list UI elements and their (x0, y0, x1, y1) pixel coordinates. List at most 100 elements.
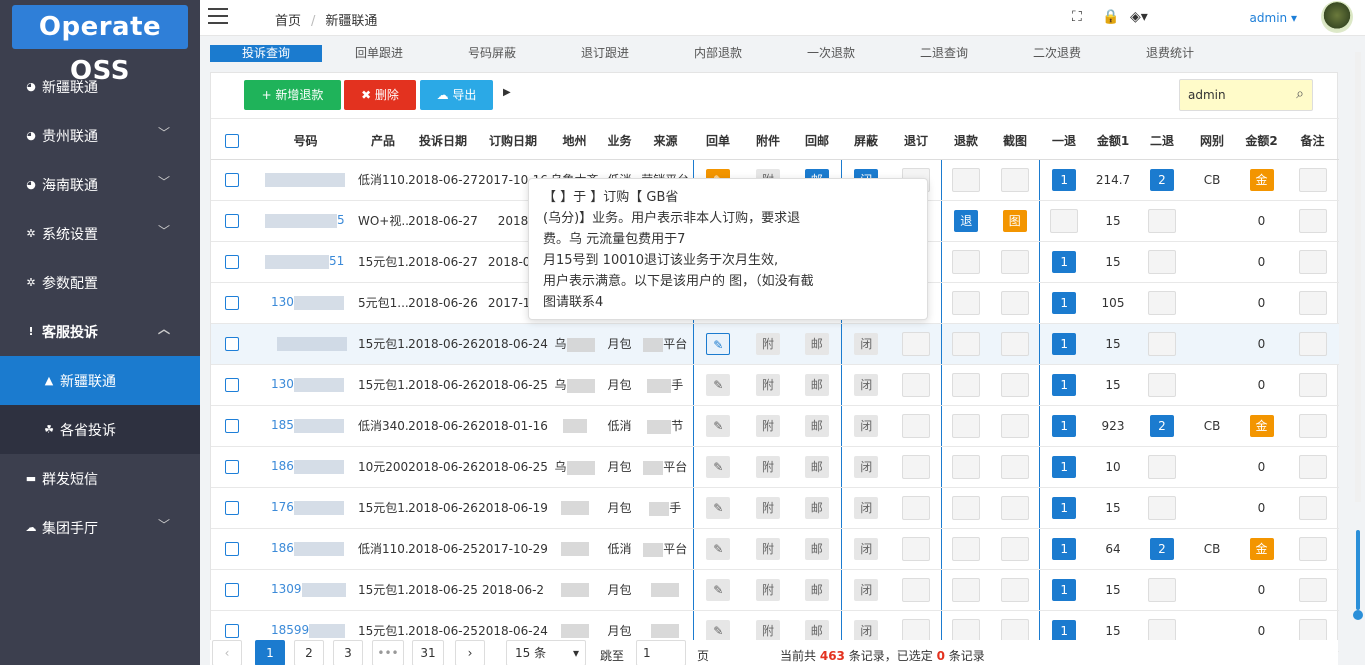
page-button[interactable]: 2 (294, 640, 324, 665)
remark-box[interactable] (1298, 372, 1327, 397)
user-menu[interactable]: admin ▾ (1250, 11, 1297, 25)
screenshot-box[interactable] (1000, 495, 1029, 520)
table-row[interactable]: 1309 15元包1... 2018-06-25 2018-06-2 月包 ✎ … (211, 569, 1339, 611)
fullscreen-icon[interactable]: ⛶ (1072, 9, 1082, 25)
edit-icon[interactable]: ✎ (706, 414, 731, 437)
table-row[interactable]: 176 15元包1... 2018-06-26 2018-06-19 月包 手 … (211, 487, 1339, 529)
refund-box[interactable] (952, 495, 981, 520)
search-input[interactable] (1180, 80, 1280, 110)
second-refund-box[interactable] (1148, 249, 1176, 274)
mail-button[interactable]: 邮 (804, 619, 829, 642)
second-refund-box[interactable] (1148, 495, 1176, 520)
unsubscribe-box[interactable] (901, 331, 930, 356)
breadcrumb-home[interactable]: 首页 (275, 14, 301, 29)
sidebar-item-sms[interactable]: ▬ 群发短信 (0, 454, 200, 503)
first-refund-badge[interactable]: 1 (1052, 455, 1077, 478)
amount2-badge[interactable]: 金 (1249, 168, 1274, 191)
block-button[interactable]: 闭 (854, 619, 879, 642)
tab-first-refund[interactable]: 一次退款 (775, 45, 887, 62)
row-checkbox[interactable] (225, 336, 239, 351)
sidebar-item-params[interactable]: ✲ 参数配置 (0, 258, 200, 307)
mail-button[interactable]: 邮 (804, 578, 829, 601)
menu-toggle-icon[interactable] (208, 8, 228, 24)
mail-button[interactable]: 邮 (804, 537, 829, 560)
sidebar-item-group[interactable]: ☁ 集团手厅 ﹀ (0, 503, 200, 552)
screenshot-box[interactable] (1000, 167, 1029, 192)
cell-phone[interactable]: 186 (271, 541, 294, 555)
sidebar-subitem-xinjiang[interactable]: ▲ 新疆联通 (0, 356, 200, 405)
unsubscribe-box[interactable] (901, 372, 930, 397)
refund-box[interactable] (952, 290, 981, 315)
refund-box[interactable] (952, 167, 981, 192)
sidebar-item-settings[interactable]: ✲ 系统设置 ﹀ (0, 209, 200, 258)
search-box[interactable]: ⌕ (1179, 79, 1313, 111)
col-reply-mail[interactable]: 回邮 (793, 123, 841, 160)
col-refund[interactable]: 退款 (941, 123, 991, 160)
row-checkbox[interactable] (225, 418, 239, 433)
screenshot-box[interactable] (1000, 413, 1029, 438)
row-checkbox[interactable] (225, 500, 239, 515)
cell-phone[interactable]: 185 (271, 418, 294, 432)
remark-box[interactable] (1298, 249, 1327, 274)
refund-box[interactable] (952, 331, 981, 356)
edit-icon[interactable]: ✎ (706, 373, 731, 396)
cell-phone[interactable]: 18599 (271, 623, 309, 637)
remark-box[interactable] (1298, 208, 1327, 233)
delete-button[interactable]: ✖ 删除 (344, 80, 416, 110)
page-button[interactable]: 31 (412, 640, 444, 665)
table-row[interactable]: 186 10元200... 2018-06-26 2018-06-25 乌 月包… (211, 446, 1339, 488)
col-amount2[interactable]: 金额2 (1237, 123, 1286, 160)
unsubscribe-box[interactable] (901, 618, 930, 643)
table-row[interactable]: 185 低消340... 2018-06-26 2018-01-16 低消 节 … (211, 405, 1339, 447)
first-refund-box[interactable] (1050, 208, 1079, 233)
col-block[interactable]: 屏蔽 (841, 123, 891, 160)
col-biz[interactable]: 业务 (601, 123, 638, 160)
refund-box[interactable] (952, 413, 981, 438)
col-source[interactable]: 来源 (638, 123, 693, 160)
second-refund-badge[interactable]: 2 (1150, 414, 1174, 437)
col-second-refund[interactable]: 二退 (1137, 123, 1187, 160)
tab-receipt-followup[interactable]: 回单跟进 (323, 45, 435, 62)
first-refund-badge[interactable]: 1 (1052, 578, 1077, 601)
block-button[interactable]: 闭 (854, 373, 879, 396)
select-all-checkbox[interactable] (225, 134, 239, 148)
unsubscribe-box[interactable] (901, 454, 930, 479)
attachment-button[interactable]: 附 (756, 537, 780, 560)
attachment-button[interactable]: 附 (756, 373, 780, 396)
cell-phone[interactable]: 130 (271, 295, 294, 309)
block-button[interactable]: 闭 (854, 455, 879, 478)
edit-icon[interactable]: ✎ (706, 455, 731, 478)
remark-box[interactable] (1298, 413, 1327, 438)
tab-number-block[interactable]: 号码屏蔽 (436, 45, 548, 62)
row-checkbox[interactable] (225, 459, 239, 474)
cell-phone[interactable]: 1309 (271, 582, 302, 596)
caret-right-icon[interactable]: ▶ (503, 87, 511, 98)
screenshot-box[interactable] (1000, 536, 1029, 561)
attachment-button[interactable]: 附 (756, 414, 780, 437)
col-network[interactable]: 网别 (1187, 123, 1237, 160)
col-phone[interactable]: 号码 (253, 123, 358, 160)
cell-phone[interactable]: 51 (329, 254, 344, 268)
col-amount1[interactable]: 金额1 (1089, 123, 1137, 160)
first-refund-badge[interactable]: 1 (1052, 168, 1077, 191)
remark-box[interactable] (1298, 331, 1327, 356)
amount2-badge[interactable]: 金 (1249, 414, 1274, 437)
second-refund-badge[interactable]: 2 (1150, 537, 1174, 560)
tab-fee-stats[interactable]: 退费统计 (1114, 45, 1226, 62)
table-row[interactable]: 15元包1... 2018-06-26 2018-06-24 乌 月包 平台 ✎… (211, 323, 1339, 365)
page-ellipsis[interactable]: ••• (372, 640, 404, 665)
table-row[interactable]: 130 15元包1... 2018-06-26 2018-06-25 乌 月包 … (211, 364, 1339, 406)
sidebar-item-complaints[interactable]: ! 客服投诉 ︿ (0, 307, 200, 356)
refund-box[interactable] (952, 618, 981, 643)
cell-phone[interactable]: 130 (271, 377, 294, 391)
attachment-button[interactable]: 附 (756, 455, 780, 478)
table-row[interactable]: 186 低消110... 2018-06-25 2017-10-29 低消 平台… (211, 528, 1339, 570)
page-button[interactable]: 3 (333, 640, 363, 665)
col-area[interactable]: 地州 (548, 123, 601, 160)
attachment-button[interactable]: 附 (756, 496, 780, 519)
tab-complaint-query[interactable]: 投诉查询 (210, 45, 322, 62)
edit-icon[interactable]: ✎ (706, 578, 731, 601)
row-checkbox[interactable] (225, 213, 239, 228)
screenshot-box[interactable] (1000, 249, 1029, 274)
refund-box[interactable] (952, 249, 981, 274)
